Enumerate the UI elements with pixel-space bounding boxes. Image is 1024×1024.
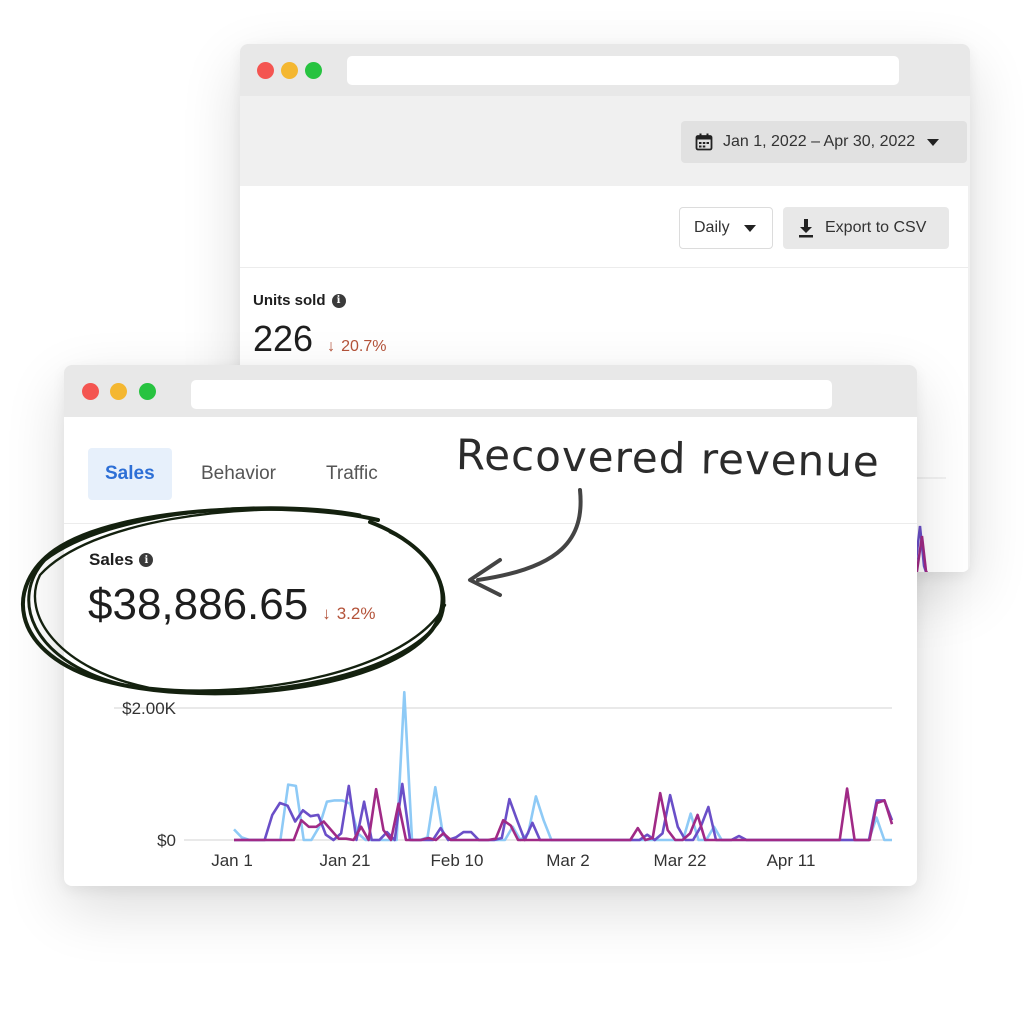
back-window-titlebar xyxy=(240,44,970,96)
chevron-down-icon xyxy=(927,138,940,146)
series-line-1 xyxy=(234,787,894,842)
interval-select-value: Daily xyxy=(694,219,730,236)
info-icon[interactable]: i xyxy=(331,293,346,308)
download-icon xyxy=(799,219,813,238)
x-tick-label: Apr 11 xyxy=(767,851,816,870)
back-address-bar[interactable] xyxy=(347,56,899,85)
units-sold-value: 226 ↓ 20.7% xyxy=(253,318,386,360)
units-sold-number: 226 xyxy=(253,318,314,359)
x-tick-label: Jan 1 xyxy=(211,851,253,870)
x-tick-label: Jan 21 xyxy=(319,851,370,870)
arrow-down-icon: ↓ xyxy=(327,338,336,355)
units-sold-label: Units sold i xyxy=(253,292,346,309)
units-sold-delta-value: 20.7% xyxy=(341,338,387,355)
recovered-revenue-annotation: Recovered revenue xyxy=(455,430,881,487)
date-range-text: Jan 1, 2022 – Apr 30, 2022 xyxy=(723,133,916,150)
y-tick-label: $2.00K xyxy=(122,699,177,718)
chevron-down-icon xyxy=(743,224,756,232)
close-window-icon[interactable] xyxy=(257,62,274,79)
units-sold-label-text: Units sold xyxy=(253,292,326,309)
minimize-window-icon[interactable] xyxy=(281,62,298,79)
calendar-icon xyxy=(695,133,713,151)
x-tick-label: Feb 10 xyxy=(431,851,484,870)
units-sold-delta: ↓ 20.7% xyxy=(327,338,386,356)
x-tick-label: Mar 22 xyxy=(654,851,707,870)
interval-select[interactable]: Daily xyxy=(679,207,773,249)
y-tick-label: $0 xyxy=(157,831,176,850)
export-csv-label: Export to CSV xyxy=(825,219,927,236)
export-csv-button[interactable]: Export to CSV xyxy=(783,207,949,249)
report-toolbar: Daily Export to CSV xyxy=(240,186,968,268)
maximize-window-icon[interactable] xyxy=(305,62,322,79)
date-range-picker[interactable]: Jan 1, 2022 – Apr 30, 2022 xyxy=(681,121,967,163)
x-tick-label: Mar 2 xyxy=(546,851,589,870)
series-line-2 xyxy=(233,690,892,842)
